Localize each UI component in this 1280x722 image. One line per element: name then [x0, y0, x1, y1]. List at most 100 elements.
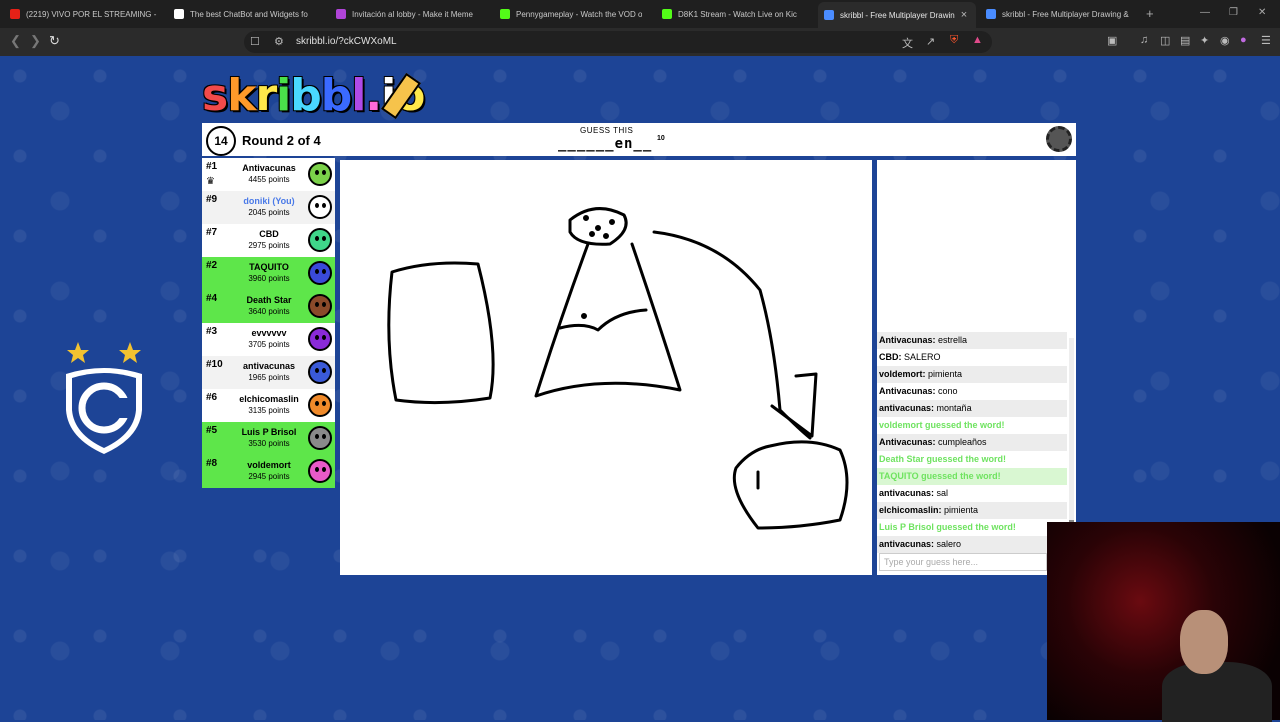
player-row[interactable]: #10 antivacunas 1965 points: [202, 356, 335, 389]
browser-tab[interactable]: Invitación al lobby - Make it Meme: [330, 4, 492, 24]
reload-icon[interactable]: ↻: [49, 33, 60, 49]
browser-tab[interactable]: (2219) VIVO POR EL STREAMING - Y: [4, 4, 164, 24]
browser-tab[interactable]: Pennygameplay - Watch the VOD o: [494, 4, 654, 24]
player-row[interactable]: #9 doniki (You) 2045 points: [202, 191, 335, 224]
player-name: elchicomaslin: [239, 394, 299, 404]
player-avatar-icon: [308, 195, 332, 219]
player-row[interactable]: #5 Luis P Brisol 3530 points: [202, 422, 335, 455]
chat-scrollbar[interactable]: [1069, 338, 1074, 534]
player-rank: #3: [206, 326, 218, 337]
drawing-canvas[interactable]: [340, 160, 872, 575]
player-avatar-icon: [308, 162, 332, 186]
chat-username: antivacunas:: [879, 488, 935, 498]
tab-favicon-icon: [10, 9, 20, 19]
logo-letter: i: [276, 70, 291, 121]
browser-tab[interactable]: skribbl - Free Multiplayer Drawing &: [980, 4, 1140, 24]
media-icon[interactable]: ♫: [1140, 34, 1148, 46]
word-length: 10: [657, 135, 665, 142]
chat-message: voldemort: pimienta: [877, 366, 1067, 383]
player-row[interactable]: #2 TAQUITO 3960 points: [202, 257, 335, 290]
vpn-icon[interactable]: ◉: [1220, 34, 1230, 47]
menu-icon[interactable]: ☰: [1261, 34, 1271, 47]
chat-text: SALERO: [904, 352, 941, 362]
tab-label: The best ChatBot and Widgets fo: [190, 9, 308, 19]
player-row[interactable]: #8 voldemort 2945 points: [202, 455, 335, 488]
player-name: antivacunas: [242, 361, 296, 371]
chat-log: Antivacunas: estrella CBD: SALERO voldemor…: [877, 332, 1067, 553]
bookmark-icon[interactable]: ☐: [250, 35, 260, 48]
chat-text: pimienta: [944, 505, 979, 515]
chat-message: Antivacunas: estrella: [877, 332, 1067, 349]
player-row[interactable]: #3 evvvvvv 3705 points: [202, 323, 335, 356]
logo-letter: b: [290, 70, 321, 121]
chat-message: antivacunas: salero: [877, 536, 1067, 553]
maximize-icon[interactable]: ❐: [1229, 7, 1238, 18]
tab-favicon-icon: [500, 9, 510, 19]
tab-label: skribbl - Free Multiplayer Drawin: [840, 10, 955, 20]
browser-tab[interactable]: The best ChatBot and Widgets fo: [168, 4, 328, 24]
minimize-icon[interactable]: —: [1200, 7, 1210, 18]
player-points: 2045 points: [248, 208, 290, 217]
chat-message: Antivacunas: cumpleaños: [877, 434, 1067, 451]
player-name: Antivacunas: [242, 163, 296, 173]
game-header: 14 Round 2 of 4 GUESS THIS ______en__ 10: [202, 123, 1076, 156]
screenshot-icon[interactable]: ▣: [1107, 34, 1117, 47]
player-points: 4455 points: [248, 175, 290, 184]
chat-text: TAQUITO guessed the word!: [879, 471, 1001, 481]
chat-guess-notice: Death Star guessed the word!: [877, 451, 1067, 468]
tab-label: D8K1 Stream - Watch Live on Kic: [678, 9, 797, 19]
player-name: doniki (You): [243, 196, 295, 206]
tab-favicon-icon: [824, 10, 834, 20]
guess-this-label: GUESS THIS: [580, 126, 634, 135]
chat-text: pimienta: [928, 369, 963, 379]
wallet-icon[interactable]: ▤: [1180, 34, 1190, 47]
skribbl-page: skribbl.io 14 Round 2 of 4 GUESS THIS __…: [0, 56, 1280, 722]
back-icon[interactable]: ❮: [10, 33, 21, 49]
player-row[interactable]: #1 ♛ Antivacunas 4455 points: [202, 158, 335, 191]
tab-label: Invitación al lobby - Make it Meme: [352, 9, 473, 19]
new-tab-button[interactable]: +: [1146, 6, 1154, 21]
settings-gear-icon[interactable]: [1046, 126, 1072, 152]
player-avatar-icon: [308, 294, 332, 318]
browser-tab[interactable]: D8K1 Stream - Watch Live on Kic: [656, 4, 816, 24]
chat-username: Antivacunas:: [879, 437, 936, 447]
tab-close-icon[interactable]: ×: [961, 9, 967, 21]
chat-text: sal: [936, 488, 949, 498]
sidebar-icon[interactable]: ◫: [1160, 34, 1170, 47]
tab-label: Pennygameplay - Watch the VOD o: [516, 9, 643, 19]
translate-icon[interactable]: 文: [902, 35, 913, 51]
player-points: 3135 points: [248, 406, 290, 415]
chat-input[interactable]: Type your guess here...: [879, 553, 1047, 571]
player-avatar-icon: [308, 327, 332, 351]
logo-letter: .: [365, 70, 382, 121]
close-window-icon[interactable]: ✕: [1258, 7, 1266, 18]
word-hint: ______en__: [558, 136, 653, 152]
brave-rewards-icon[interactable]: ▲: [972, 34, 983, 46]
forward-icon[interactable]: ❯: [30, 33, 41, 49]
chat-username: CBD:: [879, 352, 902, 362]
player-row[interactable]: #6 elchicomaslin 3135 points: [202, 389, 335, 422]
profile-icon[interactable]: ●: [1240, 34, 1247, 46]
address-bar[interactable]: ☐ ⚙ skribbl.io/?ckCWXoML 文 ↗ ⛨ ▲: [244, 31, 992, 53]
browser-tab[interactable]: skribbl - Free Multiplayer Drawin ×: [818, 2, 976, 28]
crown-icon: ♛: [206, 176, 215, 187]
player-rank: #9: [206, 194, 218, 205]
chat-text: cumpleaños: [938, 437, 987, 447]
extensions-icon[interactable]: ✦: [1200, 34, 1209, 47]
player-row[interactable]: #4 Death Star 3640 points: [202, 290, 335, 323]
timer-clock: 14: [206, 126, 236, 156]
brave-shield-icon[interactable]: ⛨: [950, 34, 958, 47]
player-avatar-icon: [308, 426, 332, 450]
chat-message: Antivacunas: cono: [877, 383, 1067, 400]
player-row[interactable]: #7 CBD 2975 points: [202, 224, 335, 257]
chat-guess-notice: Luis P Brisol guessed the word!: [877, 519, 1067, 536]
site-info-icon[interactable]: ⚙: [274, 35, 284, 48]
logo-letter: l: [351, 70, 366, 121]
share-icon[interactable]: ↗: [926, 35, 935, 48]
player-name: evvvvvv: [251, 328, 287, 338]
player-points: 3530 points: [248, 439, 290, 448]
player-name: Luis P Brisol: [241, 427, 297, 437]
player-rank: #7: [206, 227, 218, 238]
player-points: 2975 points: [248, 241, 290, 250]
url-text[interactable]: skribbl.io/?ckCWXoML: [296, 36, 397, 47]
